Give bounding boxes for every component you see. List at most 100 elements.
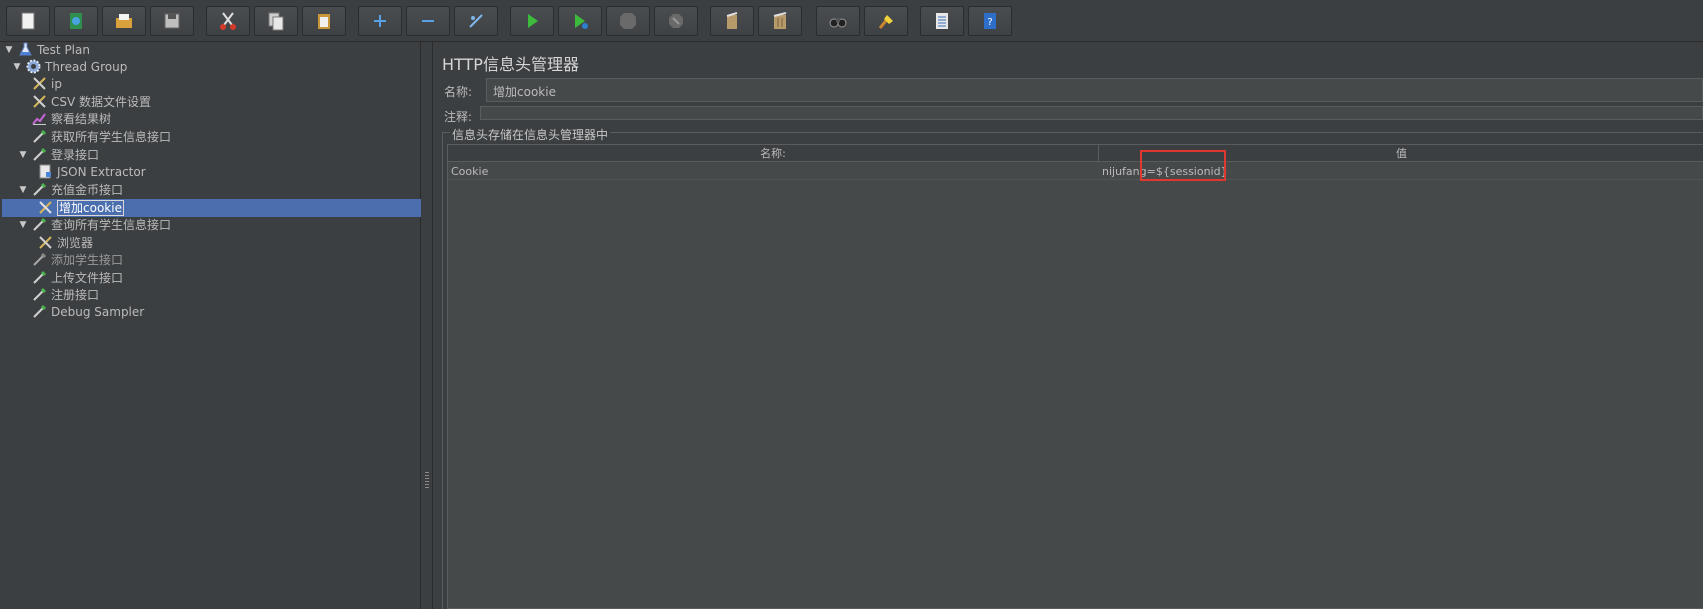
- headers-table: 名称: 值 Cookie nijufang=${sessionid}: [447, 144, 1703, 609]
- open-icon: [116, 14, 132, 28]
- tree-item-label: 登录接口: [51, 148, 100, 162]
- pipette-icon: [30, 251, 48, 268]
- toolbar: ?: [0, 0, 1703, 42]
- cut-icon: [220, 12, 236, 30]
- name-field[interactable]: 增加cookie: [486, 78, 1703, 102]
- tree-item-view-results-tree[interactable]: 察看结果树: [30, 110, 111, 127]
- expand-arrow-icon[interactable]: ▼: [4, 45, 14, 55]
- tree-item-add-cookie[interactable]: 增加cookie: [36, 199, 124, 216]
- column-header-name[interactable]: 名称:: [448, 145, 1099, 162]
- cut-button[interactable]: [206, 6, 250, 36]
- reset-search-button[interactable]: [864, 6, 908, 36]
- start-icon: [528, 14, 538, 28]
- save-button[interactable]: [150, 6, 194, 36]
- expand-arrow-icon[interactable]: ▼: [18, 220, 28, 230]
- tree-item-json-extractor[interactable]: JSON Extractor: [36, 163, 146, 180]
- tree-item-register[interactable]: 注册接口: [30, 286, 99, 303]
- shutdown-icon: [669, 14, 683, 28]
- table-cell-name[interactable]: Cookie: [448, 163, 1099, 180]
- panel-splitter[interactable]: [421, 42, 433, 609]
- tree-item-label: 注册接口: [51, 288, 100, 302]
- tree-item-login[interactable]: ▼ 登录接口: [18, 146, 99, 163]
- clear-button[interactable]: [710, 6, 754, 36]
- tree-item-label: ip: [51, 76, 62, 91]
- tools-icon: [30, 75, 48, 92]
- tools-icon: [36, 199, 54, 216]
- expand-button[interactable]: [358, 6, 402, 36]
- toggle-icon: [469, 14, 483, 28]
- gear-icon: [24, 58, 42, 75]
- collapse-button[interactable]: [406, 6, 450, 36]
- start-no-pause-button[interactable]: [558, 6, 602, 36]
- search-icon: [829, 18, 847, 28]
- name-label: 名称:: [444, 85, 473, 99]
- copy-button[interactable]: [254, 6, 298, 36]
- pipette-icon: [30, 269, 48, 286]
- start-button[interactable]: [510, 6, 554, 36]
- tree-item-label: JSON Extractor: [57, 164, 146, 179]
- collapse-icon: [422, 20, 434, 22]
- tree-item-label: CSV 数据文件设置: [51, 95, 152, 109]
- tree-item-label: 添加学生接口: [51, 253, 124, 267]
- templates-button[interactable]: [54, 6, 98, 36]
- toggle-button[interactable]: [454, 6, 498, 36]
- expand-icon: [374, 15, 386, 27]
- function-helper-button[interactable]: [920, 6, 964, 36]
- splitter-grip-icon[interactable]: [425, 472, 429, 490]
- tree-item-csv-config[interactable]: CSV 数据文件设置: [30, 93, 151, 110]
- tree-item-label: 查询所有学生信息接口: [51, 218, 172, 232]
- pipette-icon: [30, 303, 48, 320]
- tree-item-thread-group[interactable]: ▼ Thread Group: [12, 58, 127, 75]
- tree-item-browser[interactable]: 浏览器: [36, 234, 93, 251]
- tree-item-label: 充值金币接口: [51, 183, 124, 197]
- clear-all-icon: [773, 12, 787, 29]
- group-title: 信息头存储在信息头管理器中: [450, 126, 611, 143]
- paste-button[interactable]: [302, 6, 346, 36]
- shutdown-button[interactable]: [654, 6, 698, 36]
- new-icon: [21, 12, 35, 30]
- tree-item-add-student[interactable]: 添加学生接口: [30, 251, 123, 268]
- help-button[interactable]: ?: [968, 6, 1012, 36]
- panel-title: HTTP信息头管理器: [442, 55, 579, 74]
- stop-icon: [620, 13, 636, 29]
- comment-label: 注释:: [444, 110, 473, 124]
- svg-text:?: ?: [987, 17, 992, 28]
- chart-icon: [30, 110, 48, 127]
- tree-item-label: Test Plan: [37, 42, 90, 57]
- annotation-highlight-box: [1140, 150, 1226, 181]
- new-button[interactable]: [6, 6, 50, 36]
- open-button[interactable]: [102, 6, 146, 36]
- stop-button[interactable]: [606, 6, 650, 36]
- tree-item-get-all-students[interactable]: 获取所有学生信息接口: [30, 128, 171, 145]
- tree-item-label: Debug Sampler: [51, 304, 145, 319]
- pipette-icon: [30, 146, 48, 163]
- pipette-icon: [30, 216, 48, 233]
- copy-icon: [268, 12, 284, 31]
- clear-icon: [726, 12, 738, 29]
- function-helper-icon: [936, 13, 948, 29]
- pipette-icon: [30, 286, 48, 303]
- tree-item-debug-sampler[interactable]: Debug Sampler: [30, 303, 144, 320]
- expand-arrow-icon[interactable]: ▼: [18, 150, 28, 160]
- start-no-pause-icon: [575, 14, 588, 29]
- reset-search-icon: [878, 15, 893, 29]
- tree-item-recharge-coins[interactable]: ▼ 充值金币接口: [18, 181, 123, 198]
- tree-item-query-all-students[interactable]: ▼ 查询所有学生信息接口: [18, 216, 171, 233]
- expand-arrow-icon[interactable]: ▼: [12, 62, 22, 72]
- help-icon: ?: [984, 13, 996, 29]
- tree-item-label: 察看结果树: [51, 112, 112, 126]
- clear-all-button[interactable]: [758, 6, 802, 36]
- tree-item-test-plan[interactable]: ▼ Test Plan: [4, 41, 90, 58]
- tree-item-label: 增加cookie: [57, 199, 124, 216]
- save-icon: [164, 13, 180, 29]
- search-button[interactable]: [816, 6, 860, 36]
- tree-item-upload-file[interactable]: 上传文件接口: [30, 269, 123, 286]
- tree-item-ip[interactable]: ip: [30, 75, 62, 92]
- comment-field[interactable]: [480, 106, 1703, 120]
- expand-arrow-icon[interactable]: ▼: [18, 185, 28, 195]
- header-manager-panel: HTTP信息头管理器 名称: 增加cookie 注释: 信息头存储在信息头管理器…: [434, 42, 1703, 609]
- templates-icon: [70, 13, 82, 29]
- tree-item-label: 浏览器: [57, 236, 94, 250]
- tree-item-label: Thread Group: [45, 59, 128, 74]
- paste-icon: [318, 14, 330, 29]
